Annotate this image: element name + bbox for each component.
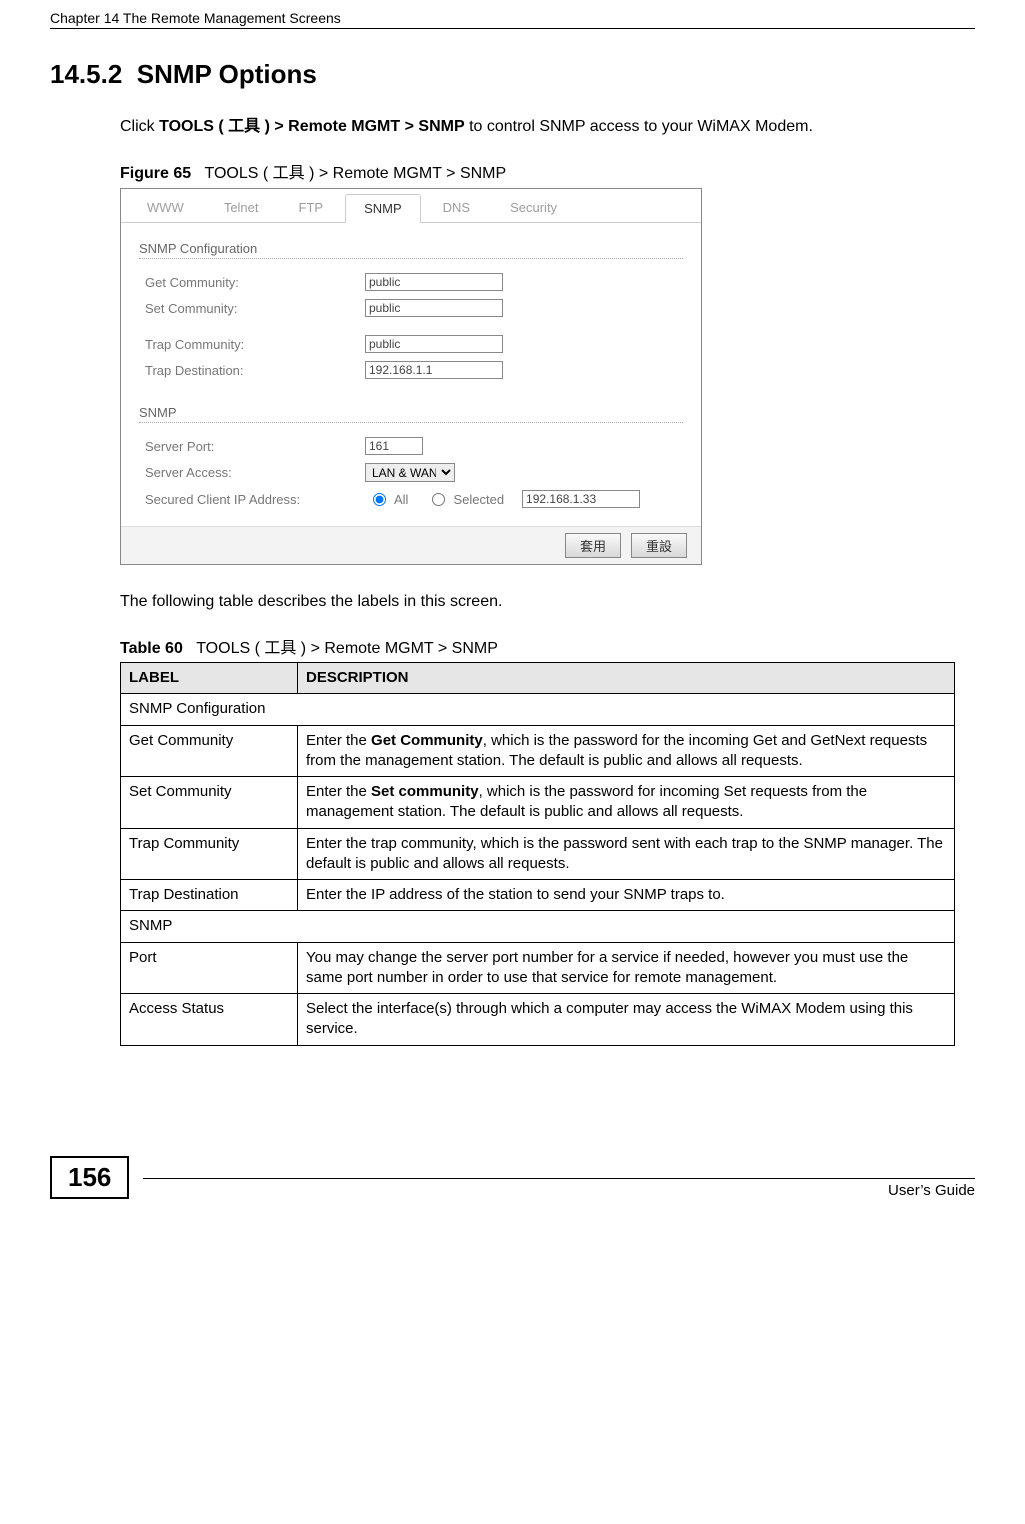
cell-desc: Enter the trap community, which is the p… [298, 828, 955, 880]
th-description: DESCRIPTION [298, 663, 955, 694]
table-row: Trap Community Enter the trap community,… [121, 828, 955, 880]
input-trap-destination[interactable] [365, 361, 503, 379]
label-trap-destination: Trap Destination: [139, 363, 365, 378]
footer-guide: User’s Guide [143, 1178, 975, 1199]
label-server-port: Server Port: [139, 439, 365, 454]
cell-desc: You may change the server port number fo… [298, 942, 955, 994]
cell-desc: Enter the IP address of the station to s… [298, 880, 955, 911]
apply-button[interactable]: 套用 [565, 533, 621, 558]
cell-desc: Enter the Get Community, which is the pa… [298, 725, 955, 777]
table-caption: Table 60 TOOLS ( 工具 ) > Remote MGMT > SN… [120, 634, 975, 658]
t-bold: Get Community [371, 732, 483, 749]
tab-www[interactable]: WWW [129, 194, 202, 223]
input-set-community[interactable] [365, 299, 503, 317]
input-secured-ip[interactable] [522, 490, 640, 508]
label-trap-community: Trap Community: [139, 337, 365, 352]
intro-post: to control SNMP access to your WiMAX Mod… [465, 118, 813, 135]
cell-snmp: SNMP [121, 911, 955, 942]
table-row: SNMP [121, 911, 955, 942]
cell-label: Port [121, 942, 298, 994]
tab-ftp[interactable]: FTP [281, 194, 342, 223]
tab-security[interactable]: Security [492, 194, 575, 223]
radio-selected[interactable] [432, 493, 445, 506]
input-trap-community[interactable] [365, 335, 503, 353]
t-bold: Set community [371, 783, 479, 800]
cell-desc: Select the interface(s) through which a … [298, 994, 955, 1046]
table-row: SNMP Configuration [121, 694, 955, 725]
table-label: Table 60 [120, 640, 183, 657]
intro-path: TOOLS ( 工具 ) > Remote MGMT > SNMP [159, 118, 465, 135]
cell-desc: Enter the Set community, which is the pa… [298, 777, 955, 829]
input-get-community[interactable] [365, 273, 503, 291]
label-secured-client: Secured Client IP Address: [139, 492, 365, 507]
figure-caption-text: TOOLS ( 工具 ) > Remote MGMT > SNMP [204, 165, 506, 182]
intro-pre: Click [120, 118, 159, 135]
select-server-access[interactable]: LAN & WAN [365, 463, 455, 482]
group-snmp: SNMP [139, 397, 683, 422]
radio-all-label: All [394, 492, 408, 507]
reset-button[interactable]: 重設 [631, 533, 687, 558]
intro-paragraph: Click TOOLS ( 工具 ) > Remote MGMT > SNMP … [120, 115, 975, 139]
label-server-access: Server Access: [139, 465, 365, 480]
description-table: LABEL DESCRIPTION SNMP Configuration Get… [120, 662, 955, 1046]
figure-label: Figure 65 [120, 165, 191, 182]
page-number: 156 [50, 1156, 129, 1199]
section-number: 14.5.2 [50, 59, 122, 89]
tab-telnet[interactable]: Telnet [206, 194, 277, 223]
section-title: 14.5.2 SNMP Options [50, 59, 975, 90]
input-server-port[interactable] [365, 437, 423, 455]
t: Enter the [306, 732, 371, 749]
table-row: Access Status Select the interface(s) th… [121, 994, 955, 1046]
table-row: Set Community Enter the Set community, w… [121, 777, 955, 829]
group-snmp-config: SNMP Configuration [139, 233, 683, 258]
chapter-header: Chapter 14 The Remote Management Screens [50, 10, 975, 29]
label-get-community: Get Community: [139, 275, 365, 290]
tab-snmp[interactable]: SNMP [345, 194, 421, 223]
cell-label: Access Status [121, 994, 298, 1046]
label-set-community: Set Community: [139, 301, 365, 316]
table-row: Port You may change the server port numb… [121, 942, 955, 994]
cell-label: Set Community [121, 777, 298, 829]
t: Enter the [306, 783, 371, 800]
cell-label: Trap Destination [121, 880, 298, 911]
cell-snmp-config: SNMP Configuration [121, 694, 955, 725]
screenshot-panel: WWW Telnet FTP SNMP DNS Security SNMP Co… [120, 188, 702, 565]
tab-dns[interactable]: DNS [425, 194, 488, 223]
th-label: LABEL [121, 663, 298, 694]
radio-all[interactable] [373, 493, 386, 506]
cell-label: Trap Community [121, 828, 298, 880]
after-figure-text: The following table describes the labels… [120, 590, 975, 614]
table-caption-text: TOOLS ( 工具 ) > Remote MGMT > SNMP [196, 640, 498, 657]
figure-caption: Figure 65 TOOLS ( 工具 ) > Remote MGMT > S… [120, 159, 975, 183]
table-row: Get Community Enter the Get Community, w… [121, 725, 955, 777]
tabs-bar: WWW Telnet FTP SNMP DNS Security [121, 189, 701, 222]
section-heading: SNMP Options [137, 59, 317, 89]
table-row: Trap Destination Enter the IP address of… [121, 880, 955, 911]
radio-selected-label: Selected [453, 492, 504, 507]
cell-label: Get Community [121, 725, 298, 777]
